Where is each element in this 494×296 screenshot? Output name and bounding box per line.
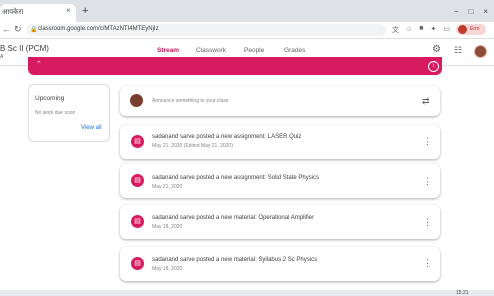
post-date: May 18, 2020 xyxy=(152,224,183,230)
star-icon[interactable]: ☆ xyxy=(406,25,412,35)
browser-toolbar-icons: 文 ☆ ■ ✦ ▭ xyxy=(392,25,450,35)
profile-avatar xyxy=(458,25,467,34)
stream-post[interactable] xyxy=(120,205,440,239)
post-title: sadanand sarve posted a new material: Sy… xyxy=(152,257,318,263)
window-controls: − □ × xyxy=(454,7,488,16)
taskbar-clock: 15:21 xyxy=(456,290,469,296)
class-banner xyxy=(28,57,442,75)
more-vert-icon[interactable]: ⋮ xyxy=(423,137,432,146)
upcoming-empty-text: No work due soon xyxy=(35,110,76,116)
url-text: classroom.google.com/c/MTAzNTI4MTEyNjIz xyxy=(38,26,159,32)
gear-icon[interactable]: ⚙ xyxy=(432,44,441,55)
material-icon: ▤ xyxy=(131,257,144,270)
extension-icon[interactable]: ■ xyxy=(419,25,423,35)
post-title: sadanand sarve posted a new assignment: … xyxy=(152,134,302,140)
translate-icon[interactable]: 文 xyxy=(392,25,399,35)
stream-post[interactable] xyxy=(120,164,440,198)
apps-grid-icon[interactable]: ☷ xyxy=(454,45,462,56)
assignment-icon: ▤ xyxy=(131,174,144,187)
banner-expand-icon[interactable]: ⌃ xyxy=(36,60,42,68)
class-section: A xyxy=(0,54,4,60)
back-icon[interactable]: ← xyxy=(2,24,11,34)
stream-post[interactable] xyxy=(120,125,440,159)
profile-label: Erro xyxy=(470,26,480,32)
info-icon[interactable]: i xyxy=(428,61,439,72)
taskbar xyxy=(0,290,494,296)
post-date: May 21, 2020 xyxy=(152,184,183,190)
announce-placeholder[interactable]: Announce something to your class xyxy=(152,98,228,104)
browser-tab-title: आपकेरा xyxy=(2,9,24,16)
minimize-icon[interactable]: − xyxy=(454,7,459,16)
tab-people[interactable]: People xyxy=(244,47,264,54)
more-vert-icon[interactable]: ⋮ xyxy=(423,218,432,227)
close-tab-icon[interactable]: × xyxy=(66,7,71,15)
reuse-post-icon[interactable]: ⇄ xyxy=(422,96,430,107)
view-all-link[interactable]: View all xyxy=(81,125,102,131)
lock-icon: 🔒 xyxy=(30,27,38,33)
puzzle-icon[interactable]: ✦ xyxy=(431,25,437,35)
new-tab-button[interactable]: + xyxy=(82,6,88,17)
upcoming-title: Upcoming xyxy=(35,95,65,102)
tab-grades[interactable]: Grades xyxy=(284,47,305,54)
reload-icon[interactable]: ↻ xyxy=(14,24,22,35)
tab-stream[interactable]: Stream xyxy=(157,47,179,54)
more-vert-icon[interactable]: ⋮ xyxy=(423,177,432,186)
post-date: May 18, 2020 xyxy=(152,266,183,272)
avatar[interactable] xyxy=(474,45,487,58)
post-title: sadanand sarve posted a new assignment: … xyxy=(152,175,320,181)
stream-post[interactable] xyxy=(120,247,440,281)
cast-icon[interactable]: ▭ xyxy=(443,25,450,35)
tab-classwork[interactable]: Classwork xyxy=(196,47,226,54)
assignment-icon: ▤ xyxy=(131,135,144,148)
post-date: May 21, 2020 (Edited May 21, 2020) xyxy=(152,143,233,149)
material-icon: ▤ xyxy=(131,215,144,228)
close-window-icon[interactable]: × xyxy=(483,7,488,16)
class-title[interactable]: B Sc II (PCM) xyxy=(0,44,49,53)
avatar xyxy=(130,94,143,107)
maximize-icon[interactable]: □ xyxy=(468,7,473,16)
more-vert-icon[interactable]: ⋮ xyxy=(423,259,432,268)
post-title: sadanand sarve posted a new material: Op… xyxy=(152,215,315,221)
